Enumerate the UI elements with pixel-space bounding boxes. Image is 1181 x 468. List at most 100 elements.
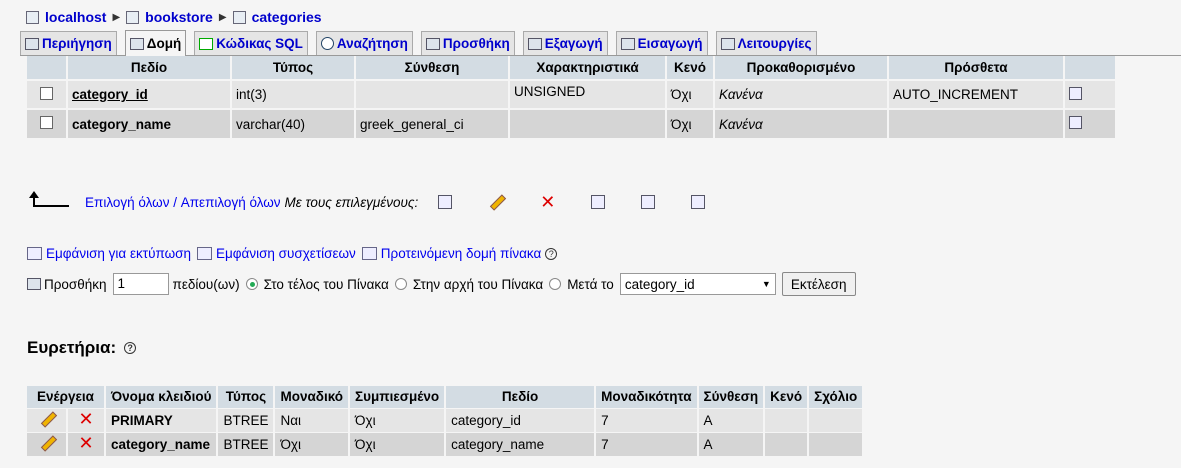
- tab-export[interactable]: Εξαγωγή: [522, 31, 608, 55]
- tab-structure[interactable]: Δομή: [124, 30, 187, 56]
- index-header-field: Πεδίο: [445, 386, 597, 408]
- table-row: ✕ PRIMARY BTREE Ναι Όχι category_id 7 A: [27, 407, 865, 432]
- index-edit-cell: [27, 407, 68, 432]
- row-action-cell: [1064, 108, 1117, 138]
- edit-selected-icon[interactable]: [488, 194, 504, 210]
- operations-icon: [720, 37, 735, 50]
- index-collation: A: [697, 407, 766, 432]
- table-row: ✕ category_name BTREE Όχι Όχι category_n…: [27, 431, 865, 456]
- row-checkbox[interactable]: [40, 86, 53, 100]
- tab-import[interactable]: Εισαγωγή: [615, 31, 708, 55]
- index-packed: Όχι: [349, 407, 447, 432]
- go-button[interactable]: Εκτέλεση: [781, 272, 856, 296]
- index-type: BTREE: [217, 407, 276, 432]
- field-null: Όχι: [666, 79, 715, 109]
- delete-icon[interactable]: ✕: [78, 433, 93, 453]
- breadcrumb-server[interactable]: localhost: [26, 9, 106, 25]
- field-default: Κανένα: [714, 79, 889, 109]
- uncheck-all-link[interactable]: Απεπιλογή όλων: [181, 195, 281, 210]
- print-view-link[interactable]: Εμφάνιση για εκτύπωση: [46, 246, 191, 261]
- tab-sql[interactable]: Κώδικας SQL: [194, 31, 308, 55]
- row-checkbox-cell: [27, 79, 68, 109]
- row-checkbox-cell: [27, 108, 68, 138]
- index-cardinality: 7: [595, 431, 699, 456]
- indexes-title: Ευρετήρια:: [27, 338, 117, 357]
- tab-label: Εισαγωγή: [637, 36, 703, 51]
- field-extra: [888, 108, 1065, 138]
- column-header-attributes: Χαρακτηριστικά: [509, 56, 667, 80]
- propose-structure-icon: [361, 247, 377, 260]
- browse-selected-icon[interactable]: [438, 195, 453, 209]
- index-key-icon[interactable]: [691, 195, 706, 209]
- add-field-icon: [27, 278, 41, 290]
- radio-at-beginning[interactable]: [394, 278, 407, 290]
- propose-structure-link[interactable]: Προτεινόμενη δομή πίνακα: [381, 246, 541, 261]
- delete-selected-icon[interactable]: ✕: [540, 193, 555, 211]
- unique-key-icon[interactable]: [641, 195, 656, 209]
- database-icon: [126, 10, 140, 24]
- edit-icon[interactable]: [39, 411, 55, 427]
- tab-label: Προσθήκη: [442, 36, 510, 51]
- radio-at-end[interactable]: [245, 278, 258, 290]
- index-cardinality: 7: [595, 407, 699, 432]
- browse-distinct-icon[interactable]: [1069, 86, 1082, 100]
- table-icon: [232, 10, 246, 24]
- field-name-primary: category_id: [67, 79, 232, 109]
- chevron-down-icon: ▼: [761, 279, 771, 289]
- index-type: BTREE: [217, 431, 276, 456]
- tab-browse[interactable]: Περιήγηση: [20, 31, 117, 55]
- check-all-link[interactable]: Επιλογή όλων: [85, 195, 169, 210]
- check-separator: /: [169, 194, 181, 210]
- tab-bar: Περιήγηση Δομή Κώδικας SQL Αναζήτηση Προ…: [20, 30, 1181, 56]
- index-null: [764, 431, 810, 456]
- index-packed: Όχι: [349, 431, 447, 456]
- edit-icon[interactable]: [39, 435, 55, 451]
- table-row: category_id int(3) UNSIGNED Όχι Κανένα A…: [27, 79, 1117, 109]
- column-header-collation: Σύνθεση: [355, 56, 510, 80]
- export-icon: [527, 37, 542, 50]
- action-column-header: [1064, 56, 1117, 80]
- tab-insert[interactable]: Προσθήκη: [420, 31, 515, 55]
- index-keyname: PRIMARY: [105, 407, 219, 432]
- tab-search[interactable]: Αναζήτηση: [315, 31, 413, 55]
- radio-after[interactable]: [549, 278, 562, 290]
- at-beginning-label: Στην αρχή του Πίνακα: [412, 276, 544, 292]
- help-icon[interactable]: ?: [124, 342, 137, 354]
- breadcrumb-database-label[interactable]: bookstore: [145, 9, 213, 25]
- column-header-extra: Πρόσθετα: [888, 56, 1065, 80]
- tab-label: Κώδικας SQL: [216, 36, 303, 51]
- breadcrumb-separator-icon: ▶: [218, 11, 227, 23]
- index-unique: Ναι: [274, 407, 351, 432]
- browse-distinct-icon[interactable]: [1069, 116, 1082, 129]
- relation-view-link[interactable]: Εμφάνιση συσχετίσεων: [216, 246, 356, 261]
- tab-label: Λειτουργίες: [737, 36, 812, 51]
- breadcrumb-table-label[interactable]: categories: [252, 9, 322, 25]
- index-field: category_name: [445, 431, 597, 456]
- field-count-input[interactable]: 1: [112, 273, 169, 295]
- row-checkbox[interactable]: [40, 116, 53, 129]
- after-field-select[interactable]: category_id ▼: [619, 273, 776, 295]
- tab-label: Αναζήτηση: [336, 36, 408, 51]
- index-drop-cell: ✕: [67, 407, 106, 432]
- delete-icon[interactable]: ✕: [78, 409, 93, 429]
- index-null: [764, 407, 810, 432]
- table-row: category_name varchar(40) greek_general_…: [27, 108, 1117, 138]
- breadcrumb-database[interactable]: bookstore: [126, 9, 213, 25]
- browse-icon: [25, 37, 39, 50]
- index-comment: [808, 407, 865, 432]
- index-header-type: Τύπος: [217, 386, 276, 408]
- after-label: Μετά το: [567, 276, 614, 292]
- field-name: category_name: [67, 108, 232, 138]
- index-header-unique: Μοναδικό: [274, 386, 351, 408]
- primary-key-icon[interactable]: [591, 195, 606, 209]
- field-type: varchar(40): [231, 108, 356, 138]
- help-icon[interactable]: ?: [545, 247, 558, 260]
- after-field-value: category_id: [624, 276, 695, 292]
- indexes-table: Ενέργεια Όνομα κλειδιού Τύπος Μοναδικό Σ…: [27, 386, 865, 456]
- breadcrumb: localhost ▶ bookstore ▶ categories: [26, 6, 322, 28]
- tab-operations[interactable]: Λειτουργίες: [715, 31, 817, 55]
- breadcrumb-server-label[interactable]: localhost: [45, 9, 106, 25]
- index-unique: Όχι: [274, 431, 351, 456]
- breadcrumb-table[interactable]: categories: [232, 9, 322, 25]
- add-fields-form: Προσθήκη 1 πεδίου(ων) Στο τέλος του Πίνα…: [27, 270, 856, 298]
